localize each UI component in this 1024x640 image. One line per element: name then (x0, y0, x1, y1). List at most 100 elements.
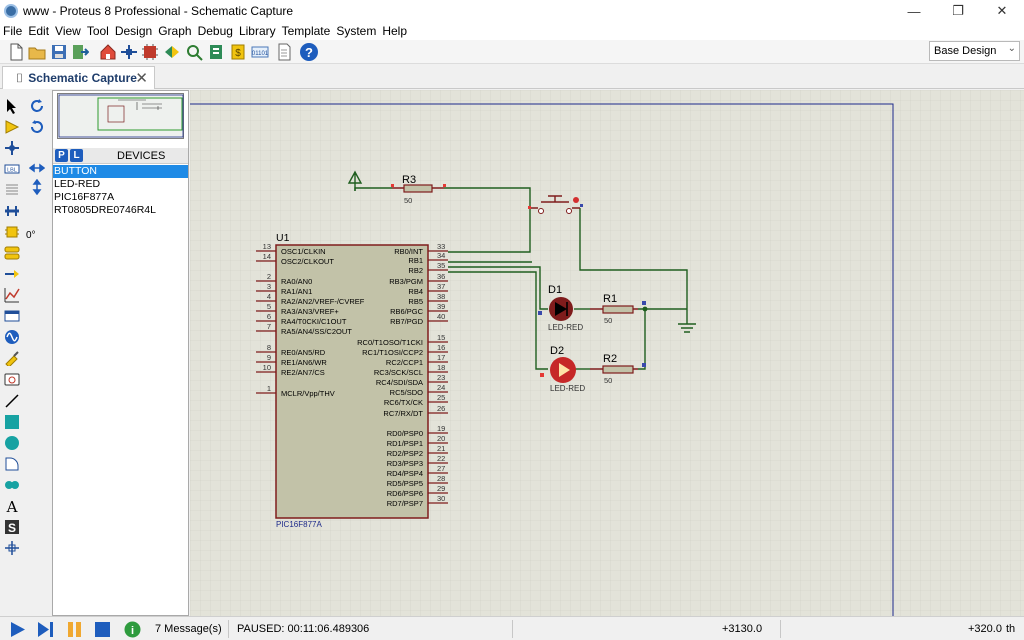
u1-pin-name: RD4/PSP4 (387, 469, 423, 478)
devices-list: BUTTON LED-RED PIC16F877A RT0805DRE0746R… (53, 165, 188, 217)
help-icon[interactable]: ? (299, 42, 319, 62)
voltage-probe-icon[interactable] (4, 350, 20, 366)
gerber-viewer-icon[interactable] (185, 43, 203, 61)
design-dropdown[interactable]: Base Design ⌄ (929, 41, 1020, 61)
menu-graph[interactable]: Graph (155, 24, 194, 38)
list-item[interactable]: PIC16F877A (53, 191, 188, 204)
menu-library[interactable]: Library (236, 24, 279, 38)
new-file-icon[interactable] (7, 43, 25, 61)
svg-text:01101: 01101 (252, 51, 269, 57)
stop-button[interactable] (94, 621, 111, 638)
junction-dot-icon[interactable] (4, 140, 20, 156)
list-item[interactable]: LED-RED (53, 178, 188, 191)
open-folder-icon[interactable] (28, 43, 46, 61)
r1-ref: R1 (603, 293, 617, 305)
menu-debug[interactable]: Debug (195, 24, 236, 38)
pick-devices-button[interactable]: P (55, 149, 68, 162)
home-icon[interactable] (99, 43, 117, 61)
list-item[interactable]: RT0805DRE0746R4L (53, 204, 188, 217)
u1-pin-name: RC7/RX/DT (383, 409, 423, 418)
menu-system[interactable]: System (333, 24, 379, 38)
wire-label-icon[interactable]: LBL (4, 161, 20, 177)
virtual-instruments-icon[interactable] (4, 371, 20, 387)
u1-pin-name: RA2/AN2/VREF-/CVREF (281, 297, 365, 306)
menu-view[interactable]: View (52, 24, 84, 38)
terminals-icon[interactable] (4, 245, 20, 261)
bill-of-materials-icon[interactable]: $ (229, 43, 247, 61)
info-icon[interactable]: i (124, 621, 141, 638)
list-item[interactable]: BUTTON (53, 165, 188, 178)
u1-pin-name: RB4 (408, 287, 423, 296)
cursor-y-coordinate: +320.0 (968, 623, 1002, 635)
menu-design[interactable]: Design (112, 24, 155, 38)
close-window-button[interactable]: ✕ (980, 0, 1024, 22)
status-divider (228, 620, 229, 638)
tab-schematic-capture[interactable]: ⌷ Schematic Capture ✕ (2, 66, 155, 89)
u1-pin-number: 22 (437, 454, 445, 463)
close-tab-icon[interactable]: ✕ (135, 69, 148, 87)
graph-mode-icon[interactable] (4, 287, 20, 303)
messages-count[interactable]: 7 Message(s) (155, 623, 222, 635)
pause-button[interactable] (66, 621, 83, 638)
main-toolbar: $ 01101 ? (0, 40, 1024, 64)
schematic-icon[interactable] (120, 43, 138, 61)
save-icon[interactable] (50, 43, 68, 61)
u1-pin-number: 27 (437, 464, 445, 473)
u1-pin-number: 5 (267, 302, 271, 311)
u1-pin-name: RB2 (408, 266, 423, 275)
u1-pin-name: RB7/PGD (390, 317, 424, 326)
tape-recorder-icon[interactable] (4, 308, 20, 324)
menu-edit[interactable]: Edit (25, 24, 52, 38)
text-tool-icon[interactable]: A (4, 498, 20, 514)
u1-pin-name: RC5/SDO (390, 388, 424, 397)
rotate-anticlockwise-icon[interactable] (29, 119, 45, 135)
rotate-clockwise-icon[interactable] (29, 98, 45, 114)
step-button[interactable] (37, 621, 54, 638)
subcircuit-icon[interactable] (4, 224, 20, 240)
import-icon[interactable] (71, 43, 89, 61)
status-divider (512, 620, 513, 638)
arc-tool-icon[interactable] (4, 456, 20, 472)
notes-icon[interactable] (275, 43, 293, 61)
design-explorer-icon[interactable] (207, 43, 225, 61)
circle-tool-icon[interactable] (4, 435, 20, 451)
u1-pin-number: 7 (267, 322, 271, 331)
u1-pin-number: 25 (437, 393, 445, 402)
text-script-icon[interactable] (4, 182, 20, 198)
restore-button[interactable]: ❐ (936, 0, 980, 22)
generator-icon[interactable] (4, 329, 20, 345)
component-mode-icon[interactable] (4, 119, 20, 135)
overview-window[interactable] (57, 93, 184, 139)
r3-ref: R3 (402, 174, 416, 186)
menu-file[interactable]: File (0, 24, 25, 38)
u1-pin-number: 20 (437, 434, 445, 443)
menu-tool[interactable]: Tool (84, 24, 112, 38)
pcb-layout-icon[interactable] (141, 43, 159, 61)
u1-pin-number: 40 (437, 312, 445, 321)
box-tool-icon[interactable] (4, 414, 20, 430)
minimize-button[interactable]: — (892, 0, 936, 22)
buses-icon[interactable] (4, 203, 20, 219)
u1-pin-name: RB5 (408, 297, 423, 306)
u1-pin-number: 13 (263, 242, 271, 251)
path-tool-icon[interactable] (4, 477, 20, 493)
rotation-angle-value[interactable]: 0° (26, 230, 36, 241)
library-manager-button[interactable]: L (70, 149, 83, 162)
menu-help[interactable]: Help (379, 24, 410, 38)
symbol-tool-icon[interactable]: S (4, 519, 20, 535)
3d-visualizer-icon[interactable] (163, 43, 181, 61)
title-bar: www - Proteus 8 Professional - Schematic… (0, 0, 1024, 22)
device-pins-icon[interactable] (4, 266, 20, 282)
schematic-canvas[interactable]: U1 PIC16F877A 13 OSC1/CLKIN 14 OSC2/CLKOUT 2… (190, 90, 1024, 616)
status-bar: i 7 Message(s) PAUSED: 00:11:06.489306 +… (0, 616, 1024, 640)
u1-microcontroller[interactable]: U1 PIC16F877A 13OSC1/CLKIN14OSC2/CLKOUT2… (256, 232, 448, 529)
mirror-horizontal-icon[interactable] (29, 160, 45, 176)
d2-part: LED-RED (550, 384, 585, 393)
selection-mode-icon[interactable] (4, 98, 20, 114)
menu-template[interactable]: Template (279, 24, 334, 38)
line-tool-icon[interactable] (4, 393, 20, 409)
marker-tool-icon[interactable] (4, 540, 20, 556)
source-code-icon[interactable]: 01101 (251, 43, 269, 61)
play-button[interactable] (9, 621, 26, 638)
mirror-vertical-icon[interactable] (29, 179, 45, 195)
